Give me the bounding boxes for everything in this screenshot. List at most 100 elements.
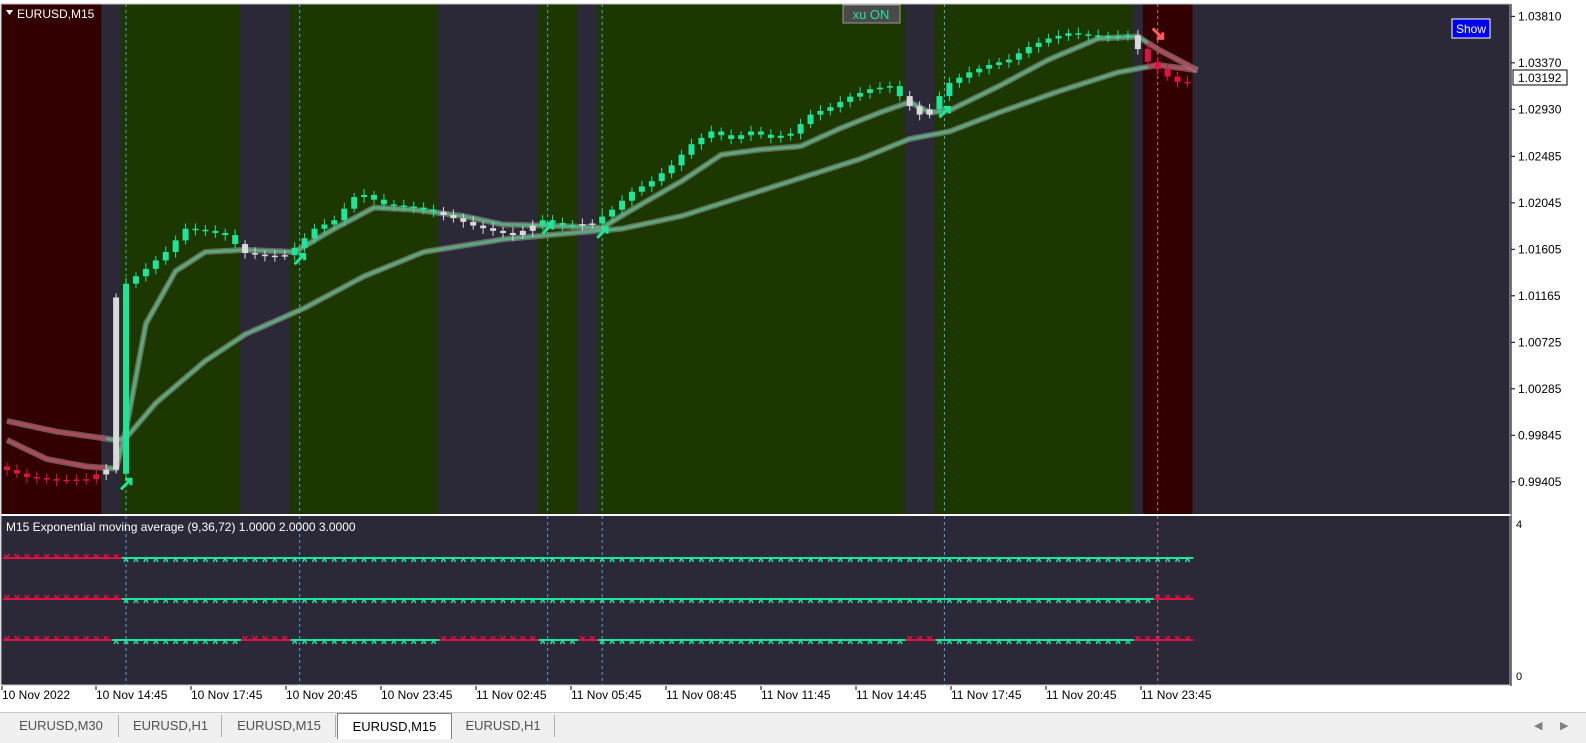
chart-tab-1[interactable]: EURUSD,H1 [120,715,222,737]
chart-canvas[interactable]: 1.03810 1.03370 1.02930 1.02485 1.02045 1.016… [0,0,1586,712]
chart-tab-0[interactable]: EURUSD,M30 [4,715,119,737]
candle-body [1035,42,1042,47]
xu-on-label: xu ON [853,7,890,22]
candle-body [807,114,814,125]
candle-body [301,238,308,248]
candle-body [470,221,477,226]
candle-body [212,230,219,233]
chart-window[interactable]: 1.03810 1.03370 1.02930 1.02485 1.02045 1.016… [0,0,1586,712]
candle-body [787,133,794,136]
candle-body [420,207,427,210]
trend-zone-bull [934,4,1133,514]
indicator-scale-bottom: 0 [1516,671,1522,683]
candle-body [73,479,80,482]
candle-body [1005,59,1012,63]
candle-body [876,87,883,90]
y-tick-label: 1.01605 [1518,242,1562,256]
candle-body [410,206,417,209]
candle-body [956,77,963,83]
current-price-label: 1.03192 [1518,71,1562,85]
candle-body [1144,49,1151,62]
candle-body [1184,81,1191,84]
candle-body [83,479,90,481]
candle-body [4,466,10,470]
candle-body [1065,33,1072,36]
candle-body [867,89,874,93]
indicator-area[interactable] [1,516,1510,685]
chart-tab-3[interactable]: EURUSD,M15 [337,713,452,739]
candle-body [490,228,497,231]
candle-body [638,186,645,192]
candle-body [371,194,378,200]
candle-body [1174,76,1181,82]
candle-body [311,228,318,239]
candle-body [43,478,50,480]
tab-scroll-left-icon[interactable]: ◀ [1534,719,1542,732]
candle-body [53,479,60,481]
candle-body [321,224,328,229]
x-tick-label: 11 Nov 17:45 [951,688,1022,702]
candle-body [232,235,239,245]
y-tick-label: 1.03810 [1518,9,1562,23]
xu-on-button[interactable]: xu ON [842,4,901,24]
candle-body [589,223,596,225]
candle-body [152,260,159,269]
candle-body [103,469,110,475]
show-button[interactable]: Show [1451,18,1491,39]
candle-body [777,135,784,138]
candle-body [480,225,487,229]
candle-body [827,107,834,111]
x-tick-label: 11 Nov 08:45 [666,688,737,702]
chart-tab-2[interactable]: EURUSD,M15 [223,715,336,737]
show-label: Show [1456,22,1486,36]
candle-body [182,228,189,241]
candle-body [1164,69,1171,77]
candle-body [1025,46,1032,54]
candle-body [916,106,923,115]
candle-body [341,208,348,221]
trend-zone-bull [597,4,905,514]
candle-body [331,220,338,225]
candle-body [896,86,903,97]
indicator-label: M15 Exponential moving average (9,36,72)… [6,520,356,534]
candle-body [23,473,30,478]
candle-body [390,204,397,206]
candle-body [271,255,278,258]
candle-body [599,216,606,224]
candle-body [976,68,983,73]
candle-body [728,135,735,139]
candle-body [450,214,457,219]
x-tick-label: 10 Nov 17:45 [191,688,263,702]
candle-body [142,268,149,277]
candle-body [748,131,754,136]
candle-body [132,276,139,284]
candle-body [192,228,199,231]
candle-body [202,229,209,232]
candle-body [13,469,20,474]
candle-body [1124,35,1131,37]
chart-tab-bar: EURUSD,M30 EURUSD,H1 EURUSD,M15 EURUSD,M15 E… [0,712,1586,743]
candle-body [559,222,566,226]
candle-body [738,135,745,139]
candle-body [906,96,913,107]
candle-body [619,200,626,210]
tab-scroll-right-icon[interactable]: ▶ [1560,719,1568,732]
candle-body [678,154,685,166]
candle-body [1085,34,1092,36]
candle-body [519,230,526,236]
candle-body [63,479,70,482]
candle-body [162,251,169,261]
candle-body [1095,35,1102,37]
x-tick-label: 11 Nov 02:45 [476,688,547,702]
y-tick-label: 1.02930 [1518,102,1562,116]
candle-body [658,173,665,182]
candle-body [380,199,387,205]
candle-body [857,92,864,97]
candle-body [569,224,576,227]
y-tick-label: 1.01165 [1518,289,1561,303]
trend-zone-neutral [577,4,598,514]
trend-zone-bull [289,4,439,514]
chart-tab-4[interactable]: EURUSD,H1 [452,715,555,737]
indicator-scale-top: 4 [1516,519,1522,531]
candle-body [966,72,973,78]
